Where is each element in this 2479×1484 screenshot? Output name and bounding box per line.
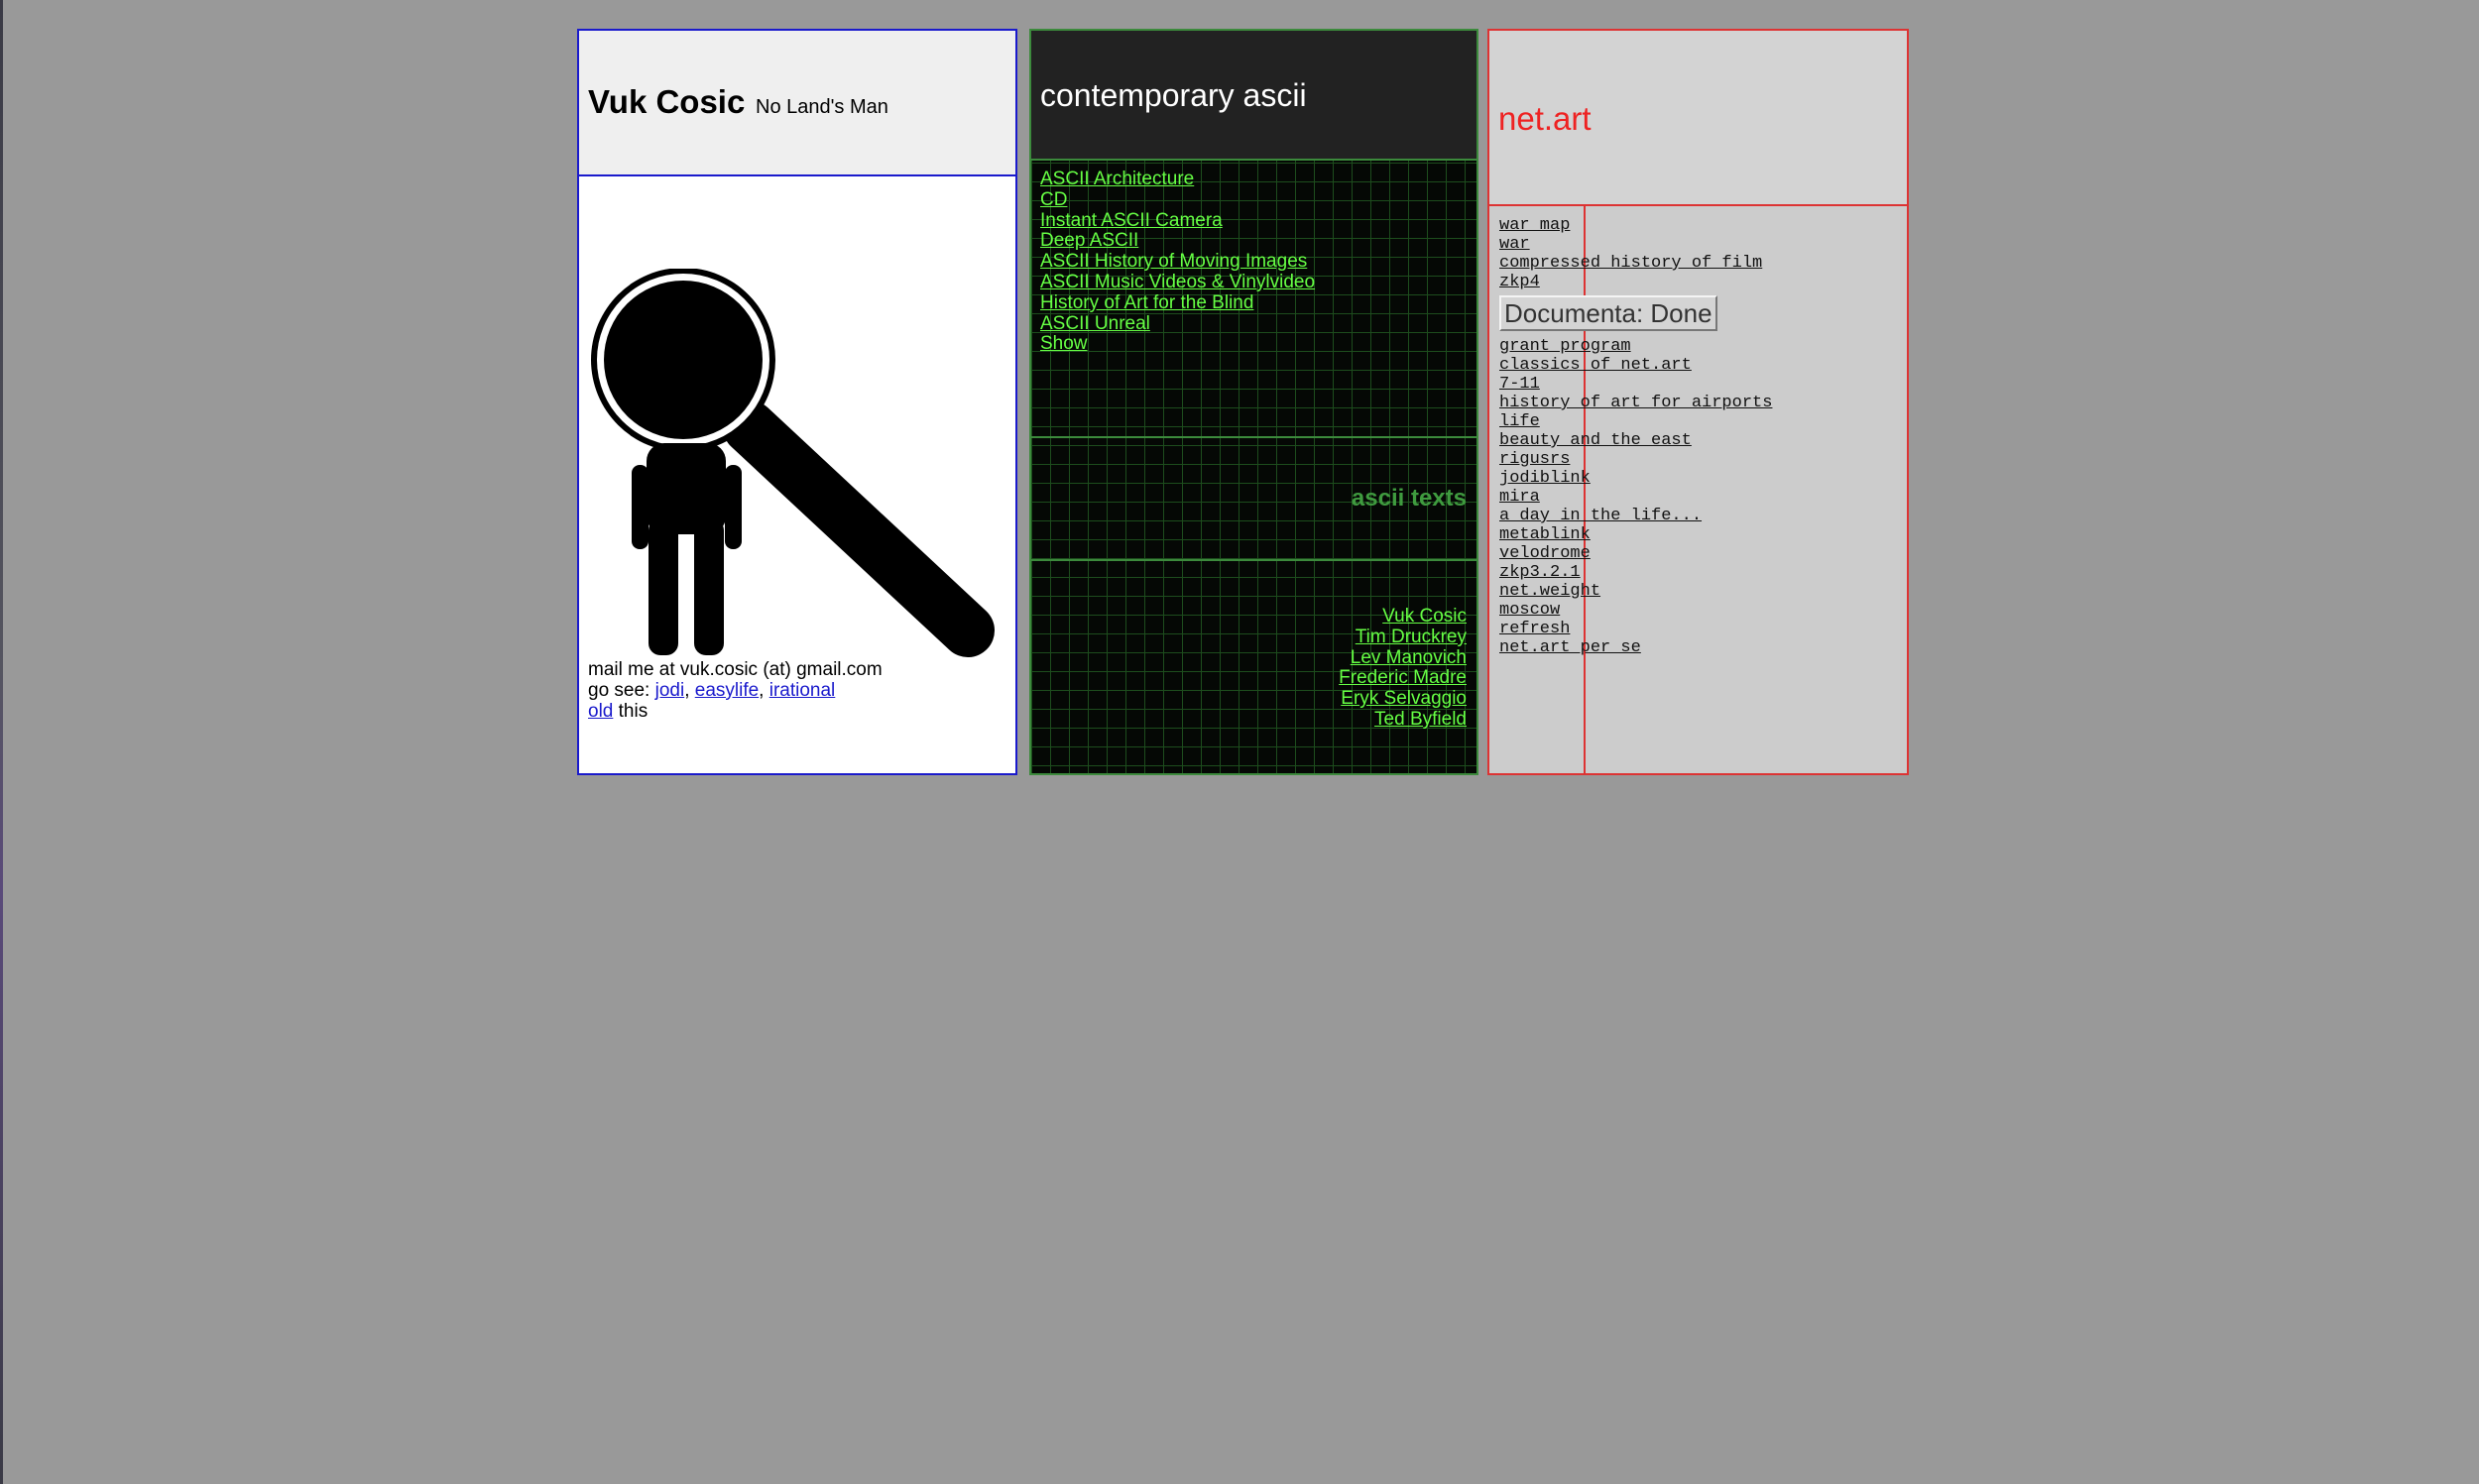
netart-link[interactable]: net.art per se [1499,638,1772,657]
ascii-link[interactable]: Instant ASCII Camera [1040,210,1315,232]
ascii-link[interactable]: History of Art for the Blind [1040,292,1315,314]
ascii-title: contemporary ascii [1040,77,1307,113]
profile-panel: Vuk Cosic No Land's Man mail me at vuk.c… [577,29,1017,775]
profile-tagline: No Land's Man [756,96,888,118]
mail-line: mail me at vuk.cosic (at) gmail.com [588,659,883,680]
netart-link[interactable]: net.weight [1499,582,1772,601]
documenta-button[interactable]: Documenta: Done [1499,295,1717,331]
author-link[interactable]: Tim Druckrey [1339,627,1467,648]
link-old[interactable]: old [588,701,613,722]
netart-link[interactable]: metablink [1499,525,1772,544]
netart-link[interactable]: beauty and the east [1499,431,1772,450]
netart-link[interactable]: velodrome [1499,544,1772,563]
ascii-texts-label: ascii texts [1351,485,1467,512]
ascii-link[interactable]: Deep ASCII [1040,231,1315,252]
netart-header: net.art [1489,31,1907,206]
link-easylife[interactable]: easylife [695,680,759,701]
netart-link[interactable]: zkp3.2.1 [1499,563,1772,582]
netart-link[interactable]: jodiblink [1499,469,1772,488]
netart-link[interactable]: war [1499,235,1772,254]
netart-panel: net.art war map war compressed history o… [1487,29,1909,775]
netart-link[interactable]: rigusrs [1499,450,1772,469]
netart-link[interactable]: compressed history of film [1499,254,1772,273]
author-link[interactable]: Lev Manovich [1339,647,1467,669]
link-separator: , [684,680,690,701]
netart-project-list: war map war compressed history of film z… [1499,216,1772,657]
go-see-line: go see: jodi, easylife, irational [588,680,883,701]
link-jodi[interactable]: jodi [655,680,685,701]
netart-link[interactable]: life [1499,412,1772,431]
ascii-link[interactable]: ASCII Architecture [1040,169,1315,190]
author-link[interactable]: Vuk Cosic [1339,606,1467,628]
netart-link[interactable]: refresh [1499,620,1772,638]
section-divider [1031,559,1476,561]
netart-link[interactable]: zkp4 [1499,273,1772,291]
link-irational[interactable]: irational [769,680,836,701]
netart-link[interactable]: history of art for airports [1499,394,1772,412]
netart-title: net.art [1498,100,1592,137]
magnifier-person-icon [591,269,995,657]
link-separator: , [759,680,765,701]
profile-name: Vuk Cosic [588,83,746,120]
author-link[interactable]: Ted Byfield [1339,709,1467,731]
ascii-header: contemporary ascii [1031,31,1476,161]
netart-link[interactable]: 7-11 [1499,375,1772,394]
window-left-edge [0,0,3,1484]
ascii-project-list: ASCII Architecture CD Instant ASCII Came… [1040,169,1315,355]
ascii-link[interactable]: ASCII History of Moving Images [1040,251,1315,273]
ascii-author-list: Vuk Cosic Tim Druckrey Lev Manovich Fred… [1339,606,1467,731]
section-divider [1031,436,1476,438]
netart-link[interactable]: war map [1499,216,1772,235]
go-see-label: go see: [588,680,650,701]
profile-header: Vuk Cosic No Land's Man [579,31,1015,176]
old-line: old this [588,701,883,722]
netart-link[interactable]: grant program [1499,337,1772,356]
old-suffix: this [618,701,649,722]
author-link[interactable]: Frederic Madre [1339,668,1467,689]
author-link[interactable]: Eryk Selvaggio [1339,688,1467,710]
contact-block: mail me at vuk.cosic (at) gmail.com go s… [588,659,883,722]
netart-link[interactable]: classics of net.art [1499,356,1772,375]
ascii-panel: contemporary ascii ASCII Architecture CD… [1029,29,1478,775]
netart-link[interactable]: mira [1499,488,1772,507]
ascii-link[interactable]: CD [1040,189,1315,211]
ascii-link[interactable]: Show [1040,334,1315,355]
ascii-link[interactable]: ASCII Unreal [1040,313,1315,335]
netart-link[interactable]: a day in the life... [1499,507,1772,525]
netart-link[interactable]: moscow [1499,601,1772,620]
ascii-link[interactable]: ASCII Music Videos & Vinylvideo [1040,272,1315,293]
